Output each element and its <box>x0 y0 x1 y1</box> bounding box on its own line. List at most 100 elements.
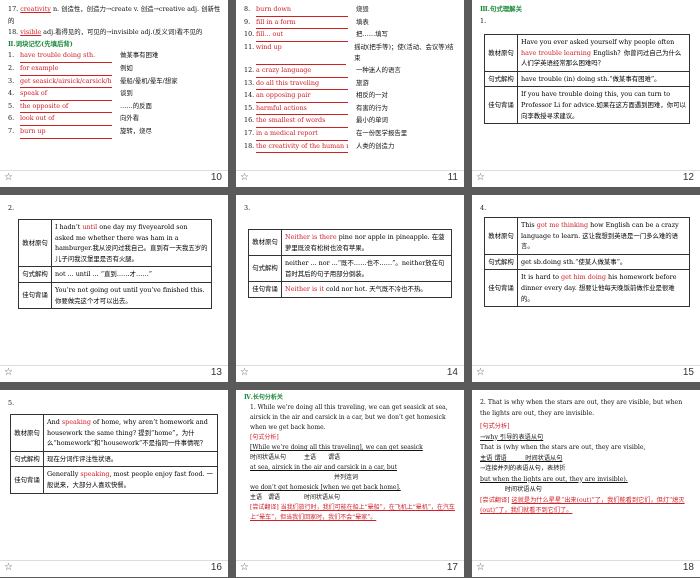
vocab-item: 15. harmful actions 有害的行为 <box>244 103 458 116</box>
vocab-item: 9. fill in a form 填表 <box>244 17 458 30</box>
star-icon[interactable]: ☆ <box>476 562 485 573</box>
answer-blank[interactable]: have trouble doing sth. <box>20 50 112 63</box>
item-number: 16. <box>244 116 255 125</box>
slide-15[interactable]: 4. 教材原句 This got me thinking how English … <box>472 195 700 382</box>
analysis-line: 主语 谓语 时间状语从句 <box>480 454 563 462</box>
answer-blank[interactable]: a crazy language <box>256 65 348 78</box>
row-content: get sb.doing sth.“使某人做某事”。 <box>517 253 690 271</box>
table-row: 句式解构 have trouble (in) doing sth.“做某事有困难”… <box>484 70 690 88</box>
chinese-meaning: 把……填写 <box>356 30 388 39</box>
slide-10-content: 17. creativity n. 创造性，创造力→create v. 创造→c… <box>8 4 222 139</box>
item-number: 3. <box>8 76 15 85</box>
slide-number: 13 <box>210 367 222 378</box>
answer-blank[interactable]: burn down <box>256 4 348 17</box>
table-row: 佳句背诵 You’re not going out until you’ve fi… <box>18 281 212 310</box>
answer-blank[interactable]: burn up <box>20 126 112 139</box>
star-icon[interactable]: ☆ <box>476 172 485 183</box>
star-icon[interactable]: ☆ <box>476 367 485 378</box>
answer-blank[interactable]: wind up <box>255 42 347 65</box>
row-content: not ... until ... “直到……才……” <box>51 266 212 283</box>
row-content: neither ... nor ...“既不……也不……”。neither放在句… <box>281 255 452 283</box>
item-number: 12. <box>244 65 255 74</box>
analysis-label: [句式分析] <box>250 434 279 441</box>
slide-number: 11 <box>447 172 458 183</box>
chinese-meaning: 在一份医学报告里 <box>356 128 408 137</box>
sentence-text: You’re not going out until you’ve finish… <box>55 285 205 305</box>
vocab-item: 10. fill... out 把……填写 <box>244 29 458 42</box>
chinese-meaning: 一种迷人的语言 <box>356 65 401 74</box>
analysis-line: but when the lights are out, they are in… <box>480 475 628 483</box>
star-icon[interactable]: ☆ <box>240 562 249 573</box>
vocab-item: 5. the opposite of ……的反面 <box>8 101 222 114</box>
item-number: 5. <box>8 101 15 110</box>
star-icon[interactable]: ☆ <box>4 367 13 378</box>
item-index: 2. <box>8 204 15 212</box>
answer-blank[interactable]: an opposing pair <box>256 90 348 103</box>
sentence-text: This <box>521 221 537 229</box>
row-label: 佳句背诵 <box>18 281 52 310</box>
answer-blank[interactable]: the creativity of the human race <box>256 141 348 154</box>
sentence-text: get sb.doing sth.“使某人做某事”。 <box>521 257 627 266</box>
chinese-meaning: 填表 <box>356 17 369 26</box>
answer-blank[interactable]: fill in a form <box>256 17 348 30</box>
answer-blank[interactable]: speak of <box>20 88 112 101</box>
slide-12[interactable]: Ⅲ.句式理解关 1. 教材原句 Have you ever asked yours… <box>472 0 700 187</box>
item-number: 9. <box>244 17 251 26</box>
item-index: 1. <box>480 16 487 25</box>
item-number: 6. <box>8 114 15 123</box>
row-content: This got me thinking how English can be … <box>517 217 690 255</box>
analysis-line: →why 引导的表语从句 <box>480 433 544 441</box>
section-title: Ⅲ.句式理解关 <box>480 5 522 13</box>
answer-blank[interactable]: harmful actions <box>256 103 348 116</box>
row-label: 教材原句 <box>484 217 518 255</box>
row-label: 佳句背诵 <box>248 281 282 298</box>
table-row: 教材原句 And speaking of home, why aren’t hom… <box>10 414 218 452</box>
row-content: It is hard to get him doing his homework… <box>517 269 690 308</box>
slide-18[interactable]: 2. That is why when the stars are out, t… <box>472 390 700 577</box>
answer-blank[interactable]: get seasick/airsick/carsick/homesick <box>20 76 112 89</box>
chinese-meaning: 烧毁 <box>356 5 369 13</box>
slide-16[interactable]: 5. 教材原句 And speaking of home, why aren’t … <box>0 390 228 577</box>
slide-18-content: 2. That is why when the stars are out, t… <box>480 398 694 517</box>
chinese-meaning: ……的反面 <box>120 101 152 110</box>
star-icon[interactable]: ☆ <box>240 367 249 378</box>
sentence-table: 教材原句 And speaking of home, why aren’t hom… <box>10 414 218 494</box>
star-icon[interactable]: ☆ <box>4 562 13 573</box>
slide-14-content: 3. <box>244 203 250 215</box>
slide-11[interactable]: 8. burn down 烧毁 9. fill in a form 填表 10. fill..… <box>236 0 464 187</box>
row-content: Neither is it cold nor hot. 天气既不冷也不热。 <box>281 281 452 298</box>
sentence-text: It is hard to <box>521 273 562 282</box>
analysis-line: →连接并列的表语从句，表转折 <box>480 465 566 472</box>
slide-13[interactable]: 2. 教材原句 I hadn’t until one day my fiveyea… <box>0 195 228 382</box>
slide-10[interactable]: 17. creativity n. 创造性，创造力→create v. 创造→c… <box>0 0 228 187</box>
answer-text: creativity <box>20 5 51 13</box>
line-text: adj.看得见的，可见的→invisible adj.(反义词)看不见的 <box>43 28 203 37</box>
sentence-text: Generally <box>47 470 81 479</box>
slide-number: 10 <box>210 172 222 183</box>
slide-14[interactable]: 3. 教材原句 Neither is there pine nor apple i… <box>236 195 464 382</box>
slide-17[interactable]: Ⅳ.长句分析关 1. While we’re doing all this tr… <box>236 390 464 577</box>
row-content: Neither is there pine nor apple in pinea… <box>281 228 452 257</box>
highlight-text: Neither is there <box>285 233 337 241</box>
answer-blank[interactable]: the opposite of <box>20 101 112 114</box>
item-index: 3. <box>244 204 251 212</box>
answer-blank[interactable]: in a medical report <box>256 128 348 141</box>
sentence-text: 现在分词作评注性状语。 <box>47 454 118 463</box>
answer-blank[interactable]: the smallest of words <box>256 115 348 128</box>
sentence-text: neither ... nor ...“既不……也不……”。neither放在句… <box>285 259 445 278</box>
star-icon[interactable]: ☆ <box>240 172 249 183</box>
row-label: 教材原句 <box>18 218 52 268</box>
vocab-item: 7. burn up 旋转，烧尽 <box>8 126 222 139</box>
star-icon[interactable]: ☆ <box>4 172 13 183</box>
answer-blank[interactable]: fill... out <box>256 29 348 42</box>
table-row: 句式解构 neither ... nor ...“既不……也不……”。neithe… <box>248 255 452 283</box>
highlight-text: until <box>82 223 98 231</box>
slide-16-content: 5. <box>8 398 14 410</box>
row-content: Generally speaking, most people enjoy fa… <box>43 466 218 494</box>
answer-blank[interactable]: look out of <box>20 113 112 126</box>
answer-blank[interactable]: do all this traveling <box>256 78 348 91</box>
item-number: 8. <box>244 5 251 13</box>
table-row: 句式解构 现在分词作评注性状语。 <box>10 450 218 468</box>
answer-blank[interactable]: for example <box>20 63 112 76</box>
row-label: 句式解构 <box>484 70 518 88</box>
